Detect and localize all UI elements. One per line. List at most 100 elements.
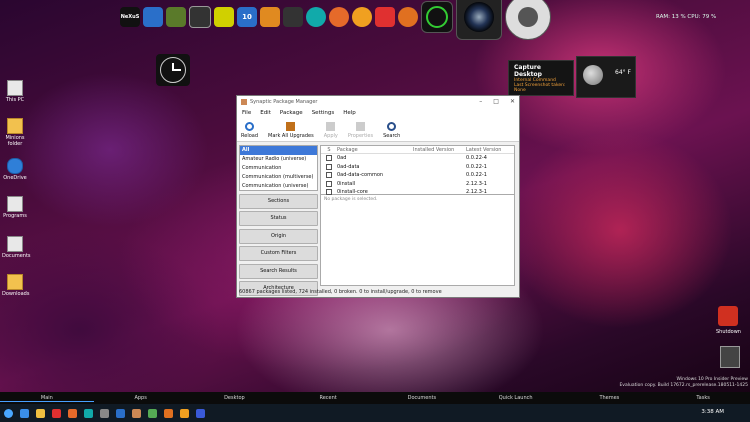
reload-button[interactable]: Reload [241, 122, 258, 139]
notepad-icon[interactable] [214, 7, 234, 27]
column-latest[interactable]: Latest Version [466, 147, 514, 153]
section-item[interactable]: Amateur Radio (universe) [240, 155, 317, 164]
start-orb-icon[interactable] [3, 408, 13, 418]
search-results-button[interactable]: Search Results [239, 263, 318, 279]
windows-start-icon[interactable] [19, 408, 29, 418]
recycle-bin-icon[interactable] [720, 346, 740, 368]
app-icon[interactable] [166, 7, 186, 27]
origin-button[interactable]: Origin [239, 228, 318, 244]
properties-button[interactable]: Properties [348, 122, 373, 139]
dock-tab-quick-launch[interactable]: Quick Launch [469, 395, 563, 401]
ubuntu-taskbar-icon[interactable] [163, 408, 173, 418]
package-checkbox[interactable] [326, 163, 332, 170]
status-button[interactable]: Status [239, 211, 318, 226]
column-installed[interactable]: Installed Version [413, 147, 466, 153]
windows-icon[interactable] [143, 7, 163, 27]
vivaldi-taskbar-icon[interactable] [51, 408, 61, 418]
table-row[interactable]: 0ad-data-common 0.0.22-1 [321, 171, 514, 180]
minions-folder-icon[interactable]: Minions folder [2, 118, 28, 147]
desktop-icon-label: OneDrive [3, 175, 27, 181]
mark-all-label: Mark All Upgrades [268, 133, 314, 139]
update-icon[interactable] [306, 7, 326, 27]
capture-desktop-widget[interactable]: Capture Desktop Internal Command Last Sc… [508, 60, 574, 96]
bottom-dock: Main Apps Desktop Recent Documents Quick… [0, 392, 750, 404]
dock-tab-apps[interactable]: Apps [94, 395, 188, 401]
shutdown-label: Shutdown [716, 329, 741, 335]
store-icon[interactable] [283, 7, 303, 27]
package-checkbox[interactable] [326, 189, 332, 196]
files-icon[interactable] [260, 7, 280, 27]
latest-version: 0.0.22-1 [466, 163, 487, 170]
column-s[interactable]: S [321, 147, 337, 153]
terminal-taskbar-icon[interactable] [147, 408, 157, 418]
table-row[interactable]: 0ad 0.0.22-4 [321, 154, 514, 163]
vivaldi-icon[interactable] [375, 7, 395, 27]
firefox-taskbar-icon[interactable] [67, 408, 77, 418]
section-item[interactable]: Communication [240, 164, 317, 173]
taskbar: 3:38 AM [0, 404, 750, 422]
search-label: Search [383, 133, 401, 139]
store-taskbar-icon[interactable] [115, 408, 125, 418]
table-row[interactable]: 0ad-data 0.0.22-1 [321, 163, 514, 172]
nexus-icon[interactable]: NeXuS [120, 7, 140, 27]
menu-help[interactable]: Help [343, 110, 356, 116]
title-bar[interactable]: Synaptic Package Manager – □ ✕ [237, 96, 519, 108]
section-item[interactable]: Communication (multiverse) [240, 173, 317, 182]
package-description: No package is selected. [320, 195, 515, 286]
desktop-icon-label: Minions folder [5, 135, 25, 147]
firefox-nightly-taskbar-icon[interactable] [195, 408, 205, 418]
settings-taskbar-icon[interactable] [99, 408, 109, 418]
section-item[interactable]: Communication (universe) [240, 182, 317, 191]
latest-version: 0.0.22-4 [466, 155, 487, 162]
clock-time[interactable]: 3:38 AM [701, 409, 724, 415]
downloads-icon[interactable]: Downloads [2, 274, 29, 297]
dock-tab-main[interactable]: Main [0, 395, 94, 402]
shutdown-icon[interactable] [718, 306, 738, 326]
menu-edit[interactable]: Edit [260, 110, 271, 116]
file-explorer-icon[interactable] [35, 408, 45, 418]
dock-tab-documents[interactable]: Documents [375, 395, 469, 401]
moon-icon [583, 65, 603, 85]
package-checkbox[interactable] [326, 155, 332, 162]
dock-tab-desktop[interactable]: Desktop [188, 395, 282, 401]
dock-tab-themes[interactable]: Themes [563, 395, 657, 401]
menu-file[interactable]: File [242, 110, 251, 116]
section-item[interactable]: All [240, 146, 317, 155]
sections-button[interactable]: Sections [239, 193, 318, 209]
dock-tab-tasks[interactable]: Tasks [656, 395, 750, 401]
build-watermark: Windows 10 Pro Insider Preview Evaluatio… [619, 377, 748, 389]
documents-icon[interactable]: Documents [2, 236, 31, 259]
synaptic-taskbar-icon[interactable] [131, 408, 141, 418]
calendar-icon[interactable]: 10 [237, 7, 257, 27]
latest-version: 2.12.3-1 [466, 180, 487, 187]
power-icon[interactable] [421, 1, 453, 33]
apply-button[interactable]: Apply [324, 122, 338, 139]
app-taskbar-icon[interactable] [83, 408, 93, 418]
package-checkbox[interactable] [326, 172, 332, 179]
custom-filters-button[interactable]: Custom Filters [239, 246, 318, 261]
firefox-icon[interactable] [329, 7, 349, 27]
table-row[interactable]: 0install 2.12.3-1 [321, 180, 514, 189]
this-pc-icon[interactable]: This PC [2, 80, 28, 103]
minimize-button[interactable]: – [479, 98, 482, 105]
gear-icon[interactable] [352, 7, 372, 27]
close-button[interactable]: ✕ [510, 98, 515, 105]
programs-icon[interactable]: Programs [2, 196, 28, 219]
gear-taskbar-icon[interactable] [179, 408, 189, 418]
terminal-icon[interactable] [189, 6, 211, 28]
mark-all-upgrades-button[interactable]: Mark All Upgrades [268, 122, 314, 139]
onedrive-icon[interactable]: OneDrive [2, 158, 28, 181]
properties-icon [355, 122, 365, 131]
table-header: S Package Installed Version Latest Versi… [321, 146, 514, 154]
dock-tab-recent[interactable]: Recent [281, 395, 375, 401]
menu-package[interactable]: Package [280, 110, 303, 116]
camera-icon[interactable] [456, 0, 502, 40]
reload-icon [245, 122, 254, 131]
column-package[interactable]: Package [337, 147, 413, 153]
maximize-button[interactable]: □ [493, 98, 499, 105]
search-button[interactable]: Search [383, 122, 400, 139]
menu-settings[interactable]: Settings [312, 110, 335, 116]
ubuntu-icon[interactable] [398, 7, 418, 27]
disc-icon[interactable] [505, 0, 551, 40]
package-checkbox[interactable] [326, 180, 332, 187]
